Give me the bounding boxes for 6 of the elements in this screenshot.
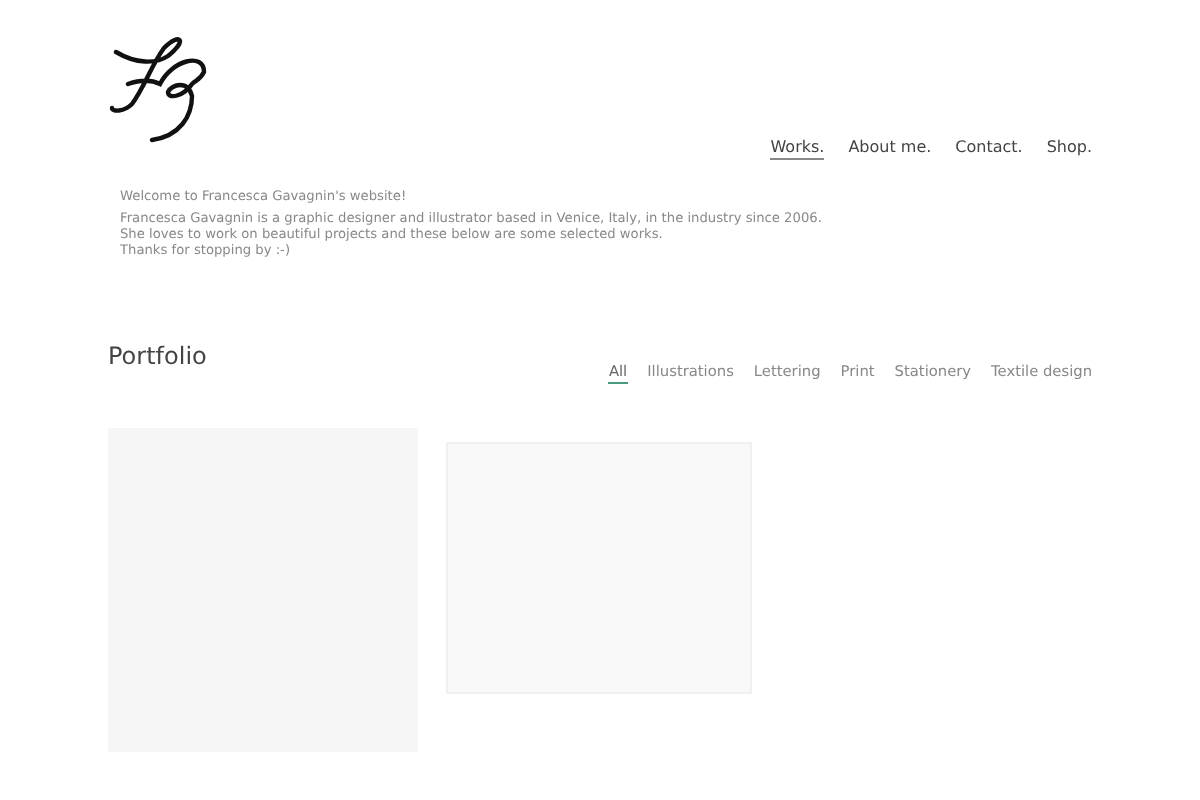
nav-link[interactable]: Works. [770, 138, 825, 160]
nav-link[interactable]: Shop. [1046, 138, 1092, 160]
logo-icon[interactable] [108, 36, 212, 148]
nav-link[interactable]: Contact. [955, 138, 1023, 160]
section-title: Portfolio [108, 342, 207, 370]
nav-link[interactable]: About me. [848, 138, 932, 160]
